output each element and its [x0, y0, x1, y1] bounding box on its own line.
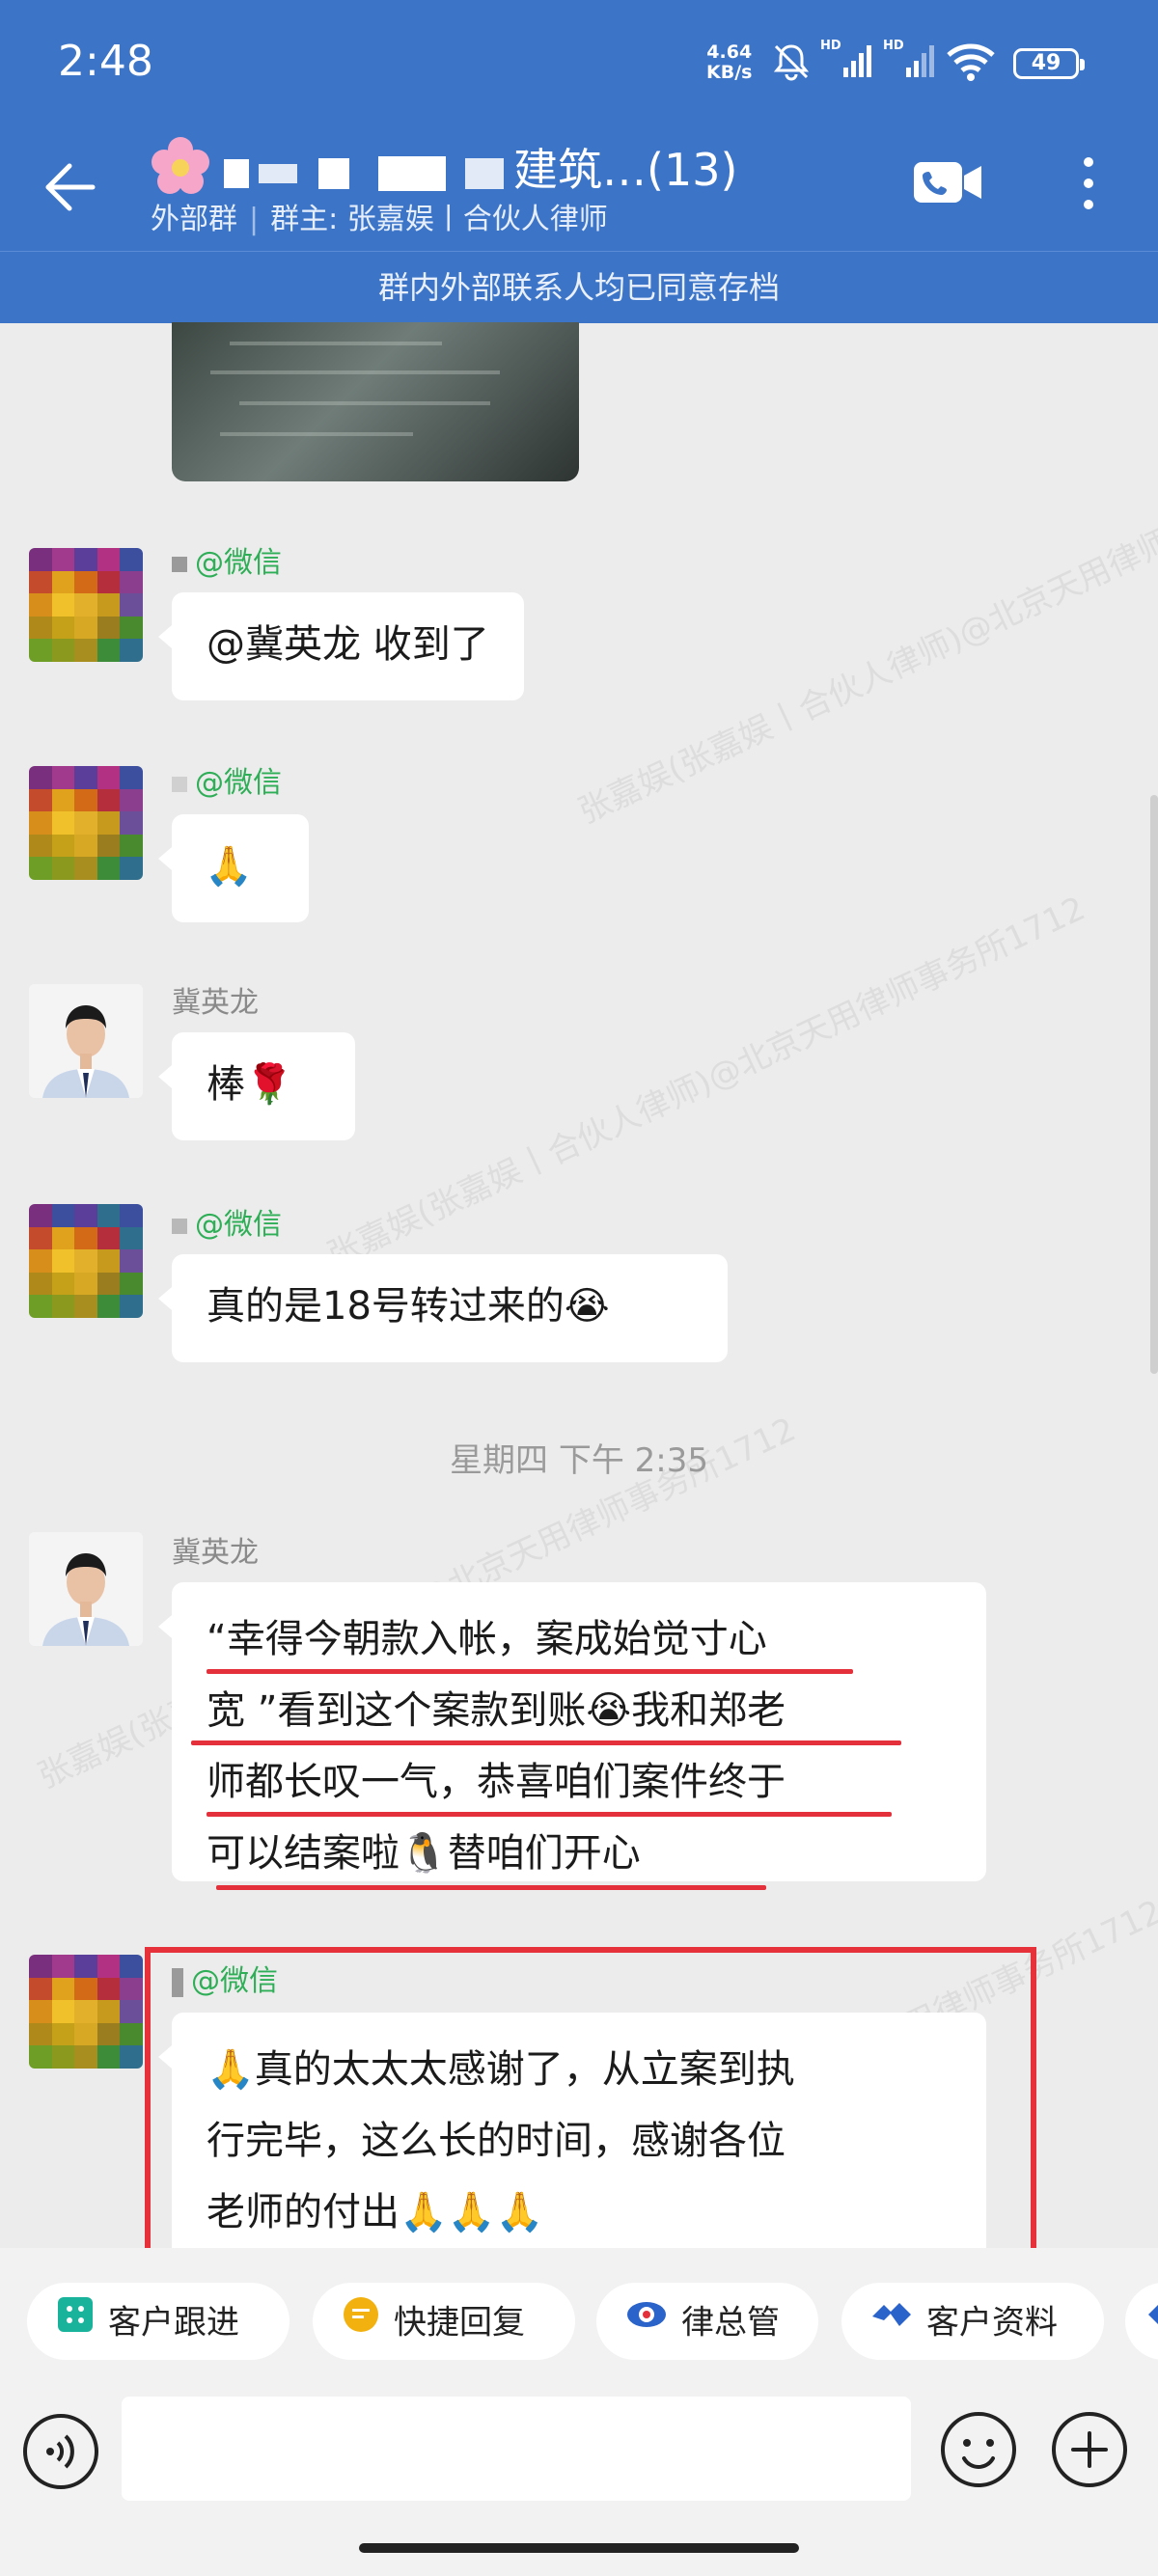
- mosaic-avatar: [29, 1955, 143, 2069]
- redacted-block: [259, 163, 297, 183]
- wifi-icon: [946, 41, 996, 87]
- reply-icon: [342, 2285, 380, 2362]
- signal-icon: HD: [820, 39, 874, 85]
- lvzongguan-button[interactable]: 律总管: [596, 2283, 818, 2360]
- grid-icon: [56, 2285, 95, 2362]
- redacted-block: [224, 158, 249, 188]
- redacted-block: [378, 155, 446, 191]
- red-underline: [207, 1669, 853, 1674]
- message-bubble[interactable]: 棒🌹: [158, 1032, 355, 1140]
- group-subtitle: 外部群 | 群主: 张嘉娱丨合伙人律师: [151, 203, 608, 236]
- customer-followup-button[interactable]: 客户跟进: [27, 2283, 290, 2360]
- customer-info-button[interactable]: 客户资料: [841, 2283, 1104, 2360]
- message-bubble[interactable]: @冀英龙 收到了: [158, 592, 524, 700]
- message-text: 棒🌹: [207, 1062, 293, 1107]
- chat-area[interactable]: 张嘉娱(张嘉娱丨合伙人律师)@北京天用律师事务所1712 张嘉娱(张嘉娱丨合伙人…: [0, 322, 1158, 2248]
- message-text: 真的是18号转过来的😭: [207, 1284, 610, 1329]
- home-indicator[interactable]: [359, 2543, 799, 2553]
- avatar[interactable]: [29, 984, 143, 1098]
- flower-icon: [147, 133, 214, 201]
- image-message[interactable]: [172, 322, 579, 481]
- message-input[interactable]: [122, 2397, 911, 2501]
- message-line: 师都长叹一气，恭喜咱们案件终于: [207, 1760, 786, 1804]
- message-line: 可以结案啦🐧替咱们开心: [207, 1831, 641, 1876]
- message-text: 🙏: [205, 844, 253, 889]
- person-avatar: [29, 984, 143, 1098]
- more-actions-button[interactable]: [1125, 2283, 1158, 2360]
- redacted-block: [318, 157, 349, 189]
- sender-name: @微信: [172, 758, 282, 801]
- archive-notice: 群内外部联系人均已同意存档: [0, 251, 1158, 323]
- signal-icon-2: HD: [883, 39, 937, 85]
- avatar[interactable]: [29, 1532, 143, 1646]
- mosaic-avatar: [29, 1204, 143, 1318]
- bell-muted-icon: [772, 42, 811, 85]
- network-speed: 4.64 KB/s: [706, 41, 753, 83]
- avatar[interactable]: [29, 1955, 143, 2069]
- sender-name: @微信: [172, 1200, 282, 1243]
- status-time: 2:48: [58, 37, 153, 86]
- message-bubble[interactable]: 🙏: [158, 814, 309, 922]
- message-bubble[interactable]: “幸得今朝款入帐，案成始觉寸心 宽 ”看到这个案款到账😭我和郑老 师都长叹一气，…: [158, 1582, 986, 1890]
- red-underline: [191, 1740, 901, 1745]
- person-avatar: [29, 1532, 143, 1646]
- more-icon[interactable]: [1076, 151, 1101, 222]
- avatar[interactable]: [29, 1204, 143, 1318]
- red-underline: [207, 1812, 892, 1817]
- group-name-text: 建筑…(13): [513, 144, 738, 196]
- highlight-box: [145, 1947, 1036, 2248]
- mosaic-avatar: [29, 548, 143, 662]
- eye-icon: [625, 2285, 668, 2362]
- watermark: 张嘉娱(张嘉娱丨合伙人律师)@北京天用律师事务所1712: [321, 889, 1091, 1275]
- emoji-icon[interactable]: [939, 2410, 1018, 2493]
- mosaic-avatar: [29, 766, 143, 880]
- chat-header: 建筑…(13) 外部群 | 群主: 张嘉娱丨合伙人律师: [0, 133, 1158, 251]
- group-tag: 外部群: [151, 203, 237, 236]
- avatar[interactable]: [29, 548, 143, 662]
- message-text: @冀英龙 收到了: [207, 622, 489, 667]
- message-line: “幸得今朝款入帐，案成始觉寸心: [207, 1617, 767, 1661]
- message-line: 宽 ”看到这个案款到账😭我和郑老: [207, 1688, 786, 1733]
- back-arrow-icon[interactable]: [39, 156, 100, 222]
- sender-name: 冀英龙: [172, 1536, 259, 1570]
- avatar[interactable]: [29, 766, 143, 880]
- sender-name: 冀英龙: [172, 986, 259, 1020]
- red-underline: [216, 1885, 766, 1890]
- plus-icon[interactable]: [1050, 2410, 1129, 2493]
- status-bar: 2:48 4.64 KB/s HD HD 49: [0, 0, 1158, 133]
- diamond-icon: [870, 2285, 913, 2362]
- watermark: 张嘉娱(张嘉娱丨合伙人律师)@北京天用律师事务所1712: [572, 445, 1158, 832]
- voice-icon[interactable]: [21, 2412, 100, 2495]
- sender-name: @微信: [172, 538, 282, 581]
- quick-reply-button[interactable]: 快捷回复: [313, 2283, 575, 2360]
- message-bubble[interactable]: 真的是18号转过来的😭: [158, 1254, 728, 1362]
- scrollbar[interactable]: [1150, 795, 1158, 1374]
- time-separator: 星期四 下午 2:35: [450, 1441, 708, 1480]
- group-name[interactable]: 建筑…(13): [224, 135, 737, 199]
- battery-icon: 49: [1013, 48, 1085, 79]
- group-owner: 群主: 张嘉娱丨合伙人律师: [270, 203, 608, 236]
- redacted-block: [465, 157, 504, 189]
- partial-icon: [1144, 2285, 1158, 2362]
- call-icon[interactable]: [912, 156, 985, 212]
